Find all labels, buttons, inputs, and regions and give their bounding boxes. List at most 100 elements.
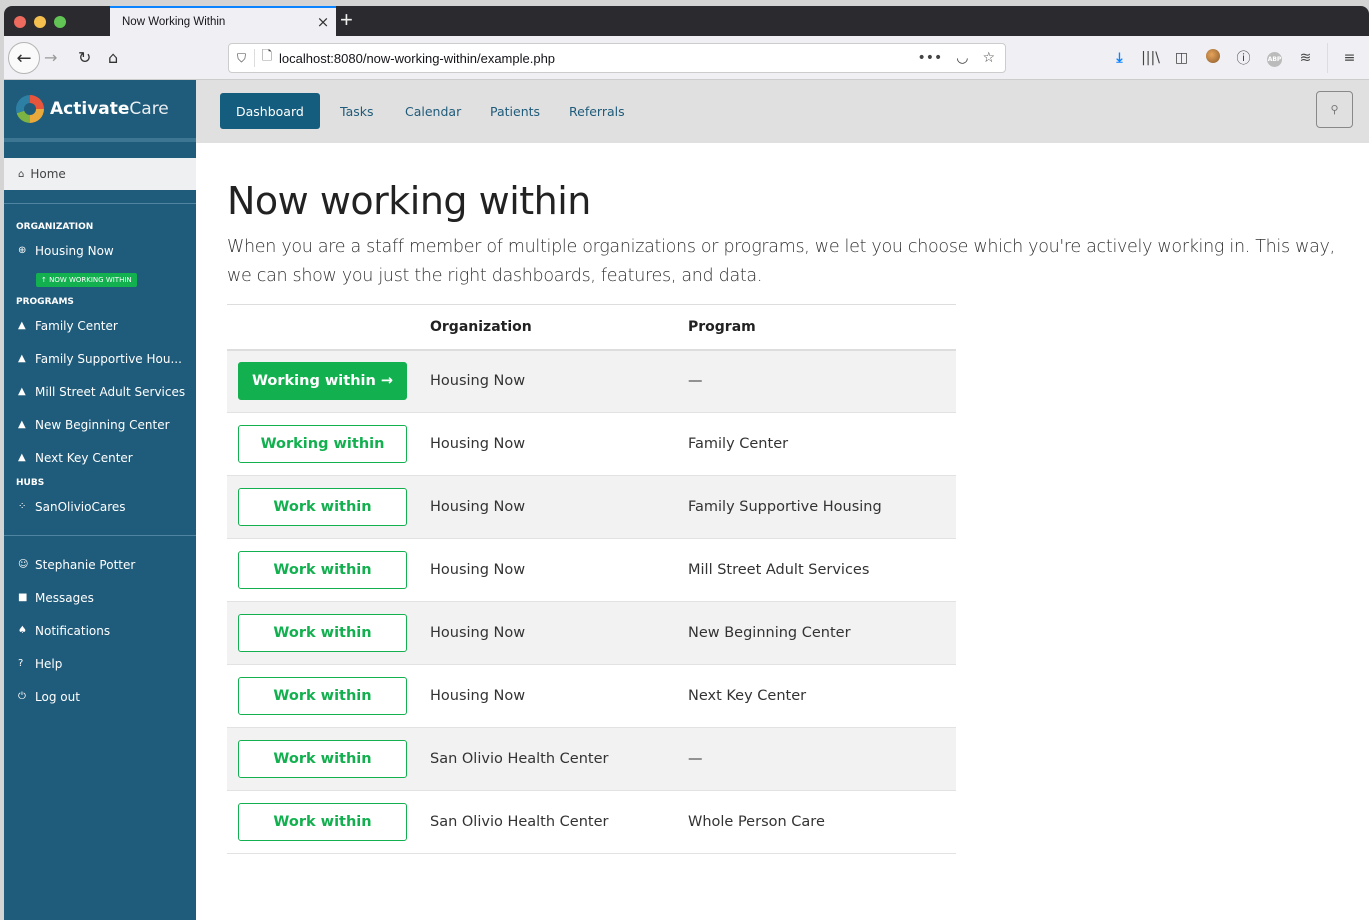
sidebar-item-program[interactable]: ▲ Next Key Center <box>4 441 196 474</box>
more-actions-icon[interactable]: ••• <box>917 50 942 66</box>
table-row: Work within Housing Now Family Supportive … <box>227 475 956 539</box>
table-row: Working within → Housing Now — <box>227 349 956 413</box>
sidebar: Activate Care ⌂ Home ORGANIZATION ⊕ Hous… <box>4 80 196 920</box>
bell-icon: ♠ <box>18 625 27 636</box>
organization-cell: Housing Now <box>430 475 688 539</box>
work-within-button[interactable]: Work within <box>238 740 407 778</box>
column-header-action <box>227 305 430 350</box>
sidebar-item-logout[interactable]: ⏻ Log out <box>4 680 196 713</box>
brand-logo[interactable]: Activate Care <box>4 80 196 142</box>
search-icon: ⚲ <box>1330 103 1339 116</box>
profile-avatar-icon[interactable] <box>1197 49 1228 67</box>
nav-tab-tasks[interactable]: Tasks <box>324 93 390 129</box>
program-cell: — <box>688 727 956 791</box>
brand-name-light: Care <box>129 99 169 119</box>
pocket-icon[interactable]: ◡ <box>956 50 968 66</box>
sidebar-item-hub[interactable]: ⁘ SanOlivioCares <box>4 490 196 523</box>
sidebar-item-program[interactable]: ▲ Mill Street Adult Services <box>4 375 196 408</box>
forward-icon[interactable]: → <box>44 42 57 72</box>
browser-window: Now Working Within × + ← → ↻ ⌂ ⛉ 🗋 local… <box>4 6 1369 920</box>
message-icon: ■ <box>18 592 28 603</box>
close-window-button[interactable] <box>14 16 26 28</box>
sidebar-item-organization[interactable]: ⊕ Housing Now <box>4 234 196 267</box>
action-cell: Work within <box>227 538 430 602</box>
tracking-shield-icon[interactable]: ⛉ <box>229 49 255 67</box>
program-cell: Next Key Center <box>688 664 956 728</box>
sidebar-item-program[interactable]: ▲ Family Center <box>4 309 196 342</box>
books-extension-icon[interactable]: ≋ <box>1290 50 1321 66</box>
work-within-button[interactable]: Work within <box>238 677 407 715</box>
table-row: Work within Housing Now New Beginning Cent… <box>227 601 956 665</box>
sidebar-item-home[interactable]: ⌂ Home <box>4 158 196 190</box>
home-icon[interactable]: ⌂ <box>108 42 118 72</box>
table-row: Working within Housing Now Family Center <box>227 412 956 476</box>
main-content: Now working within When you are a staff … <box>227 143 1347 854</box>
zoom-window-button[interactable] <box>54 16 66 28</box>
section-heading-programs: PROGRAMS <box>16 297 74 307</box>
work-within-button[interactable]: Work within <box>238 614 407 652</box>
nav-tab-dashboard[interactable]: Dashboard <box>220 93 320 129</box>
sidebar-item-messages[interactable]: ■ Messages <box>4 581 196 614</box>
sidebar-item-notifications[interactable]: ♠ Notifications <box>4 614 196 647</box>
tab-title: Now Working Within <box>122 16 226 28</box>
logo-icon <box>16 95 44 123</box>
working-within-button[interactable]: Working within <box>238 425 407 463</box>
organization-cell: San Olivio Health Center <box>430 727 688 791</box>
back-icon[interactable]: ← <box>8 42 40 74</box>
program-cell: — <box>688 349 956 413</box>
info-extension-icon[interactable]: ⓘ <box>1228 48 1259 68</box>
hub-icon: ⁘ <box>18 501 27 512</box>
program-cell: Family Supportive Housing <box>688 475 956 539</box>
bookmark-star-icon[interactable]: ☆ <box>982 50 995 66</box>
toolbar-divider <box>1327 43 1328 73</box>
program-cell: Whole Person Care <box>688 790 956 854</box>
tab-strip: Now Working Within × + <box>4 6 1369 36</box>
url-input[interactable]: localhost:8080/now-working-within/exampl… <box>279 51 917 66</box>
search-button[interactable]: ⚲ <box>1316 91 1353 128</box>
download-icon[interactable]: ⤓ <box>1104 50 1135 66</box>
column-header-organization: Organization <box>430 318 532 335</box>
reload-icon[interactable]: ↻ <box>78 42 91 72</box>
section-heading-organization: ORGANIZATION <box>16 222 94 232</box>
library-icon[interactable]: |||\ <box>1135 50 1166 66</box>
nav-tab-patients[interactable]: Patients <box>474 93 556 129</box>
sidebar-item-label: Home <box>30 167 66 181</box>
program-cell: New Beginning Center <box>688 601 956 665</box>
work-within-button[interactable]: Work within <box>238 551 407 589</box>
column-header-program: Program <box>688 318 756 335</box>
sidebar-item-profile[interactable]: ☺ Stephanie Potter <box>4 548 196 581</box>
hamburger-menu-icon[interactable]: ≡ <box>1334 50 1365 66</box>
work-within-button[interactable]: Work within <box>238 803 407 841</box>
sidebar-item-program[interactable]: ▲ Family Supportive Hou... <box>4 342 196 375</box>
sidebar-item-program[interactable]: ▲ New Beginning Center <box>4 408 196 441</box>
tab-close-icon[interactable]: × <box>310 13 336 31</box>
page-info-icon[interactable]: 🗋 <box>255 47 279 69</box>
action-cell: Work within <box>227 475 430 539</box>
program-cell: Mill Street Adult Services <box>688 538 956 602</box>
current-working-within-button[interactable]: Working within → <box>238 362 407 401</box>
nav-tab-calendar[interactable]: Calendar <box>389 93 477 129</box>
section-heading-hubs: HUBS <box>16 478 45 488</box>
power-icon: ⏻ <box>18 691 26 702</box>
organization-cell: Housing Now <box>430 601 688 665</box>
help-icon: ? <box>18 658 24 669</box>
working-within-table: Organization Program Working within → Hou… <box>227 304 956 854</box>
minimize-window-button[interactable] <box>34 16 46 28</box>
program-icon: ▲ <box>18 419 26 430</box>
adblock-icon[interactable]: ABP <box>1259 49 1290 67</box>
page-description: When you are a staff member of multiple … <box>227 237 1335 286</box>
sidebar-item-help[interactable]: ? Help <box>4 647 196 680</box>
work-within-button[interactable]: Work within <box>238 488 407 526</box>
table-row: Work within San Olivio Health Center — <box>227 727 956 791</box>
new-tab-button[interactable]: + <box>340 7 353 33</box>
action-cell: Work within <box>227 664 430 728</box>
page-title: Now working within <box>227 179 591 223</box>
browser-tab[interactable]: Now Working Within × <box>110 6 336 36</box>
url-bar[interactable]: ⛉ 🗋 localhost:8080/now-working-within/ex… <box>228 43 1006 73</box>
sidebar-toggle-icon[interactable]: ◫ <box>1166 50 1197 66</box>
action-cell: Work within <box>227 601 430 665</box>
top-navigation: Dashboard Tasks Calendar Patients Referr… <box>196 80 1369 143</box>
program-icon: ▲ <box>18 353 26 364</box>
nav-tab-referrals[interactable]: Referrals <box>553 93 641 129</box>
now-working-within-badge: ↑ NOW WORKING WITHIN <box>36 273 137 287</box>
